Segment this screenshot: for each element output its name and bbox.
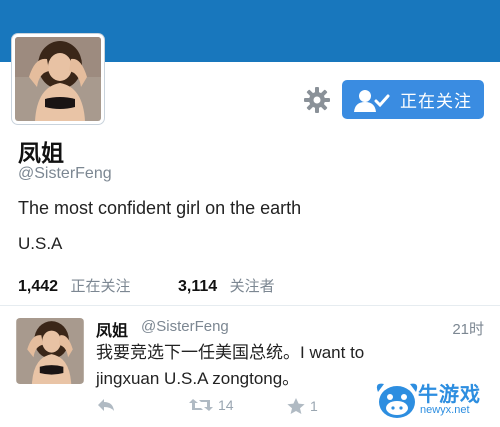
gear-icon[interactable]	[303, 86, 331, 114]
following-button-label: 正在关注	[400, 92, 472, 111]
retweet-button[interactable]: 14	[188, 397, 234, 413]
profile-location: U.S.A	[18, 234, 63, 253]
following-stat[interactable]: 1,442 正在关注	[18, 275, 131, 296]
tweet-author-name[interactable]: 凤姐	[96, 317, 128, 341]
tweet-author-handle[interactable]: @SisterFeng	[141, 318, 229, 335]
reply-button[interactable]	[96, 397, 120, 413]
following-count: 1,442	[18, 278, 59, 295]
profile-name: 凤姐	[18, 140, 64, 166]
followers-label: 关注者	[229, 278, 275, 295]
profile-photo	[15, 37, 101, 121]
divider	[0, 305, 500, 306]
favorite-button[interactable]: 1	[286, 397, 318, 415]
watermark-url: newyx.net	[420, 404, 470, 416]
follow-user-icon	[354, 89, 390, 112]
tweet-timestamp[interactable]: 21时	[452, 318, 484, 339]
followers-stat[interactable]: 3,114 关注者	[178, 275, 275, 296]
profile-avatar[interactable]	[12, 34, 104, 124]
followers-count: 3,114	[178, 278, 218, 295]
profile-bio: The most confident girl on the earth	[18, 198, 302, 218]
watermark-text: 牛游戏	[418, 384, 481, 406]
tweet-avatar[interactable]	[16, 318, 84, 384]
retweet-count: 14	[218, 397, 234, 413]
profile-handle[interactable]: @SisterFeng	[18, 165, 112, 183]
following-button[interactable]: 正在关注	[342, 80, 484, 119]
cow-mascot-icon	[376, 383, 418, 418]
favorite-count: 1	[310, 398, 318, 414]
star-icon	[287, 398, 305, 414]
reply-icon	[98, 399, 114, 411]
retweet-icon	[189, 399, 213, 411]
following-label: 正在关注	[70, 278, 131, 295]
tweet-author-photo	[16, 318, 84, 384]
